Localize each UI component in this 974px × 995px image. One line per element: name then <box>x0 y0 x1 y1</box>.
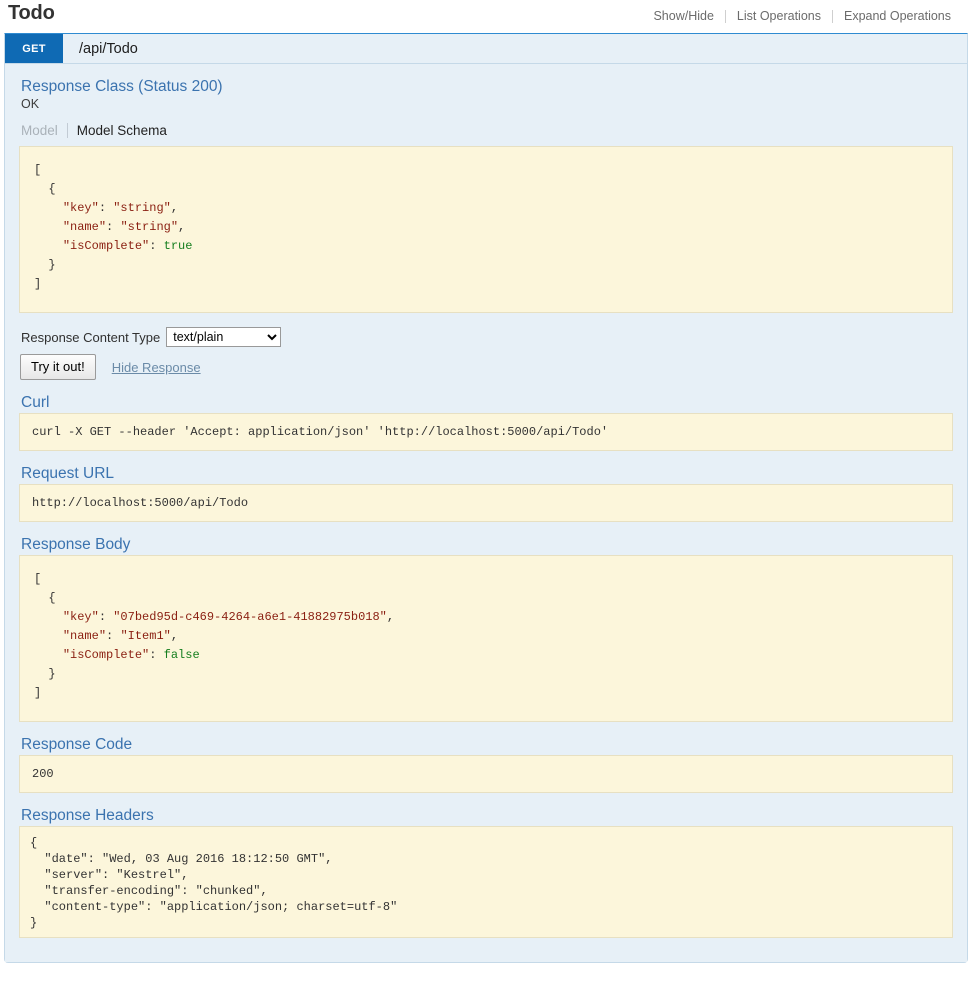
response-class-description: OK <box>21 97 953 111</box>
headers-transfer-encoding-value: "chunked" <box>196 884 261 898</box>
headers-date-value: "Wed, 03 Aug 2016 18:12:50 GMT" <box>102 852 325 866</box>
body-key-key: "key" <box>63 610 99 624</box>
response-code-heading: Response Code <box>21 736 953 754</box>
page-title: Todo <box>8 2 55 25</box>
schema-close-object: } <box>34 258 56 272</box>
curl-heading: Curl <box>21 394 953 412</box>
schema-iscomplete-key: "isComplete" <box>63 239 149 253</box>
http-method-badge: GET <box>5 34 63 63</box>
headers-transfer-encoding-key: "transfer-encoding" <box>44 884 181 898</box>
tab-model-schema[interactable]: Model Schema <box>68 123 167 138</box>
model-tabs: Model Model Schema <box>21 123 953 138</box>
body-iscomplete-value: false <box>164 648 200 662</box>
response-body-heading: Response Body <box>21 536 953 554</box>
operation-heading[interactable]: GET /api/Todo <box>5 34 967 64</box>
body-iscomplete-key: "isComplete" <box>63 648 149 662</box>
body-close-array: ] <box>34 686 41 700</box>
response-class-heading: Response Class (Status 200) <box>21 78 953 96</box>
resource-header: Todo Show/Hide List Operations Expand Op… <box>0 0 974 33</box>
response-code-value: 200 <box>19 755 953 793</box>
response-body-code[interactable]: [ { "key": "07bed95d-c469-4264-a6e1-4188… <box>19 555 953 722</box>
schema-close-array: ] <box>34 277 41 291</box>
operation-path: /api/Todo <box>63 34 138 63</box>
operation-get-api-todo: GET /api/Todo Response Class (Status 200… <box>4 33 968 963</box>
schema-open-object: { <box>34 182 56 196</box>
body-open-object: { <box>34 591 56 605</box>
body-close-object: } <box>34 667 56 681</box>
response-headers-heading: Response Headers <box>21 807 953 825</box>
submit-row: Try it out! Hide Response <box>20 354 953 380</box>
try-it-out-button[interactable]: Try it out! <box>20 354 96 380</box>
headers-server-key: "server" <box>44 868 102 882</box>
show-hide-link[interactable]: Show/Hide <box>642 9 724 23</box>
headers-content-type-key: "content-type" <box>44 900 145 914</box>
body-key-value: "07bed95d-c469-4264-a6e1-41882975b018" <box>113 610 387 624</box>
response-content-type-label: Response Content Type <box>21 330 160 345</box>
headers-date-key: "date" <box>44 852 87 866</box>
headers-open-brace: { <box>30 836 37 850</box>
schema-iscomplete-value: true <box>164 239 193 253</box>
schema-name-key: "name" <box>63 220 106 234</box>
tab-model[interactable]: Model <box>21 123 67 138</box>
schema-key-key: "key" <box>63 201 99 215</box>
headers-content-type-value: "application/json; charset=utf-8" <box>160 900 398 914</box>
list-operations-link[interactable]: List Operations <box>726 9 832 23</box>
headers-close-brace: } <box>30 916 37 930</box>
operation-content: Response Class (Status 200) OK Model Mod… <box>5 64 967 962</box>
schema-name-value: "string" <box>120 220 178 234</box>
hide-response-link[interactable]: Hide Response <box>112 360 201 375</box>
response-content-type-select[interactable]: text/plain application/json text/json <box>166 327 281 347</box>
response-content-type-row: Response Content Type text/plain applica… <box>21 327 953 347</box>
curl-command[interactable]: curl -X GET --header 'Accept: applicatio… <box>19 413 953 451</box>
resource-options: Show/Hide List Operations Expand Operati… <box>642 9 962 23</box>
body-name-key: "name" <box>63 629 106 643</box>
expand-operations-link[interactable]: Expand Operations <box>833 9 962 23</box>
schema-key-value: "string" <box>113 201 171 215</box>
bottom-spacer <box>19 938 953 952</box>
request-url-heading: Request URL <box>21 465 953 483</box>
request-url-value[interactable]: http://localhost:5000/api/Todo <box>19 484 953 522</box>
schema-open-array: [ <box>34 163 41 177</box>
body-open-array: [ <box>34 572 41 586</box>
response-headers-code[interactable]: { "date": "Wed, 03 Aug 2016 18:12:50 GMT… <box>19 826 953 938</box>
headers-server-value: "Kestrel" <box>116 868 181 882</box>
body-name-value: "Item1" <box>120 629 170 643</box>
model-schema-code[interactable]: [ { "key": "string", "name": "string", "… <box>19 146 953 313</box>
